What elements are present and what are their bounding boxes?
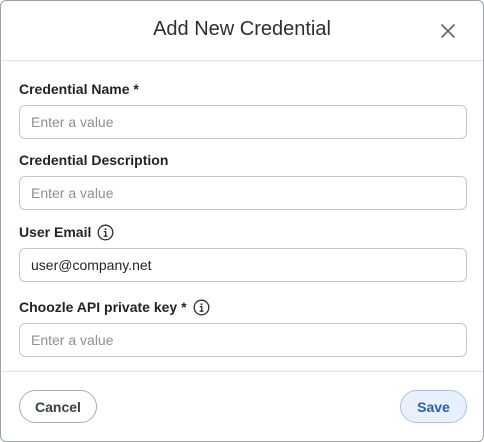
- credential-description-input[interactable]: [19, 176, 467, 210]
- credential-name-label: Credential Name *: [19, 81, 139, 97]
- user-email-label: User Email: [19, 224, 92, 240]
- info-icon[interactable]: [97, 224, 114, 241]
- credential-description-label: Credential Description: [19, 152, 169, 168]
- info-icon[interactable]: [193, 299, 210, 316]
- api-private-key-field: Choozle API private key *: [19, 298, 467, 357]
- api-private-key-input[interactable]: [19, 323, 467, 357]
- dialog-footer: Cancel Save: [1, 373, 483, 441]
- close-button[interactable]: [436, 19, 460, 43]
- api-private-key-label: Choozle API private key *: [19, 299, 187, 315]
- cancel-button[interactable]: Cancel: [19, 390, 97, 423]
- dialog-title: Add New Credential: [153, 18, 331, 40]
- add-credential-dialog: Add New Credential Credential Name * Cre…: [0, 0, 484, 442]
- dialog-body: Credential Name * Credential Description…: [1, 62, 483, 372]
- close-icon: [441, 24, 455, 38]
- dialog-header: Add New Credential: [1, 1, 483, 61]
- user-email-field: User Email: [19, 223, 467, 282]
- credential-name-input[interactable]: [19, 105, 467, 139]
- user-email-input[interactable]: [19, 248, 467, 282]
- save-button[interactable]: Save: [400, 390, 467, 423]
- credential-name-field: Credential Name *: [19, 80, 467, 139]
- credential-description-field: Credential Description: [19, 151, 467, 210]
